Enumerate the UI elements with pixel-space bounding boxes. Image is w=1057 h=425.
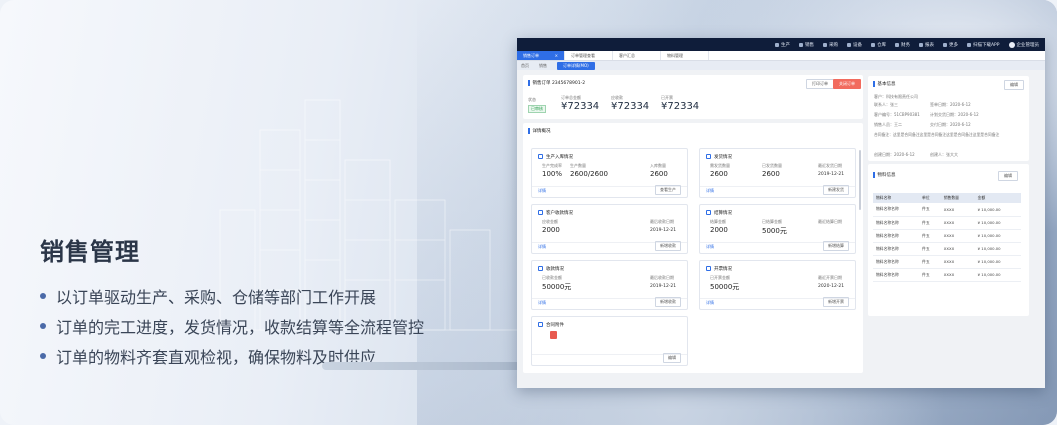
nav-icon bbox=[846, 42, 851, 47]
table-row[interactable]: 物料名称名称 件五 XXXX ¥ 10,000.00 bbox=[873, 216, 1021, 230]
settlement-icon bbox=[706, 210, 711, 215]
detail-link[interactable]: 详情 bbox=[538, 244, 546, 250]
print-order-button[interactable]: 打印订单 bbox=[806, 79, 834, 89]
avatar bbox=[1008, 41, 1015, 48]
table-row[interactable]: 物料名称名称 件五 XXXX ¥ 10,000.00 bbox=[873, 255, 1021, 269]
feature-item: 以订单驱动生产、采购、仓储等部门工作开展 bbox=[40, 281, 424, 311]
info-title: 基本信息 bbox=[873, 81, 896, 87]
detail-link[interactable]: 详情 bbox=[706, 300, 714, 306]
table-row[interactable]: 物料名称名称 件五 XXXX ¥ 10,000.00 bbox=[873, 242, 1021, 256]
tab-order-manage[interactable]: 订单管理查看 bbox=[565, 51, 613, 60]
invoice-icon bbox=[706, 266, 711, 271]
nav-item-warehouse[interactable]: 仓库 bbox=[870, 42, 886, 48]
money-icon bbox=[538, 266, 543, 271]
order-remark: 合同备注：这里是合同备注这里是合同备注这里是合同备注这里是合同备注 bbox=[874, 132, 1000, 137]
status-label: 状态 bbox=[528, 97, 536, 102]
tab-materials[interactable]: 物料管理 bbox=[661, 51, 709, 60]
factory-icon bbox=[538, 154, 543, 159]
add-invoice-button[interactable]: 新增开票 bbox=[823, 297, 849, 307]
bullet-dot-icon bbox=[40, 353, 46, 359]
breadcrumb-home[interactable]: 首页 bbox=[521, 63, 529, 69]
breadcrumb-current: 订单详情(MO) bbox=[557, 61, 595, 70]
nav-icon bbox=[918, 42, 923, 47]
pdf-file-icon[interactable] bbox=[550, 331, 557, 339]
feature-list: 以订单驱动生产、采购、仓储等部门工作开展 订单的完工进度，发货情况，收款结算等全… bbox=[40, 281, 424, 371]
bullet-dot-icon bbox=[40, 323, 46, 329]
tab-bar: 销售订单 × 订单管理查看 客户汇总 物料管理 bbox=[517, 51, 1045, 61]
nav-item-more[interactable]: 更多 bbox=[942, 42, 958, 48]
slide-heading: 销售管理 bbox=[40, 238, 140, 266]
invoice-card: 开票情况 已开票金额 最近开票日期 50000元 2020-12-21 详情 新增开票 bbox=[699, 260, 856, 310]
materials-table: 物料名称 单位 销售数量 金额 物料名称名称 件五 XXXX ¥ 10,000.00 物料名… bbox=[873, 193, 1021, 282]
nav-item-finance[interactable]: 财务 bbox=[894, 42, 910, 48]
wallet-icon bbox=[538, 210, 543, 215]
close-icon[interactable]: × bbox=[555, 53, 558, 58]
settlement-card: 结算情况 结算金额 已结算金额 最近结算日期 2000 5000元 详情 新增结算 bbox=[699, 204, 856, 254]
nav-icon bbox=[774, 42, 779, 47]
top-nav-bar: 生产 销售 采购 设备 仓库 财务 报表 更多 扫描下载APP 企业管理员 bbox=[517, 38, 1045, 51]
nav-icon bbox=[798, 42, 803, 47]
production-card: 生产入库情况 生产完成率 生产数量 入库数量 100% 2600/2600 2600 详… bbox=[531, 148, 688, 198]
scrollbar[interactable] bbox=[859, 150, 861, 210]
tab-customer-summary[interactable]: 客户汇总 bbox=[613, 51, 661, 60]
close-order-button[interactable]: 关闭订单 bbox=[833, 79, 861, 89]
qrcode-icon bbox=[966, 42, 971, 47]
order-total-amount: ¥72334 bbox=[561, 101, 600, 112]
table-row[interactable]: 物料名称名称 件五 XXXX ¥ 10,000.00 bbox=[873, 203, 1021, 217]
user-menu[interactable]: 企业管理员 bbox=[1008, 41, 1039, 48]
edit-materials-button[interactable]: 编辑 bbox=[998, 171, 1018, 181]
table-row[interactable]: 物料名称名称 件五 XXXX ¥ 10,000.00 bbox=[873, 229, 1021, 243]
add-collection-button[interactable]: 新增收款 bbox=[655, 297, 681, 307]
breadcrumb-sales[interactable]: 销售 bbox=[539, 63, 547, 69]
paperclip-icon bbox=[538, 322, 543, 327]
nav-item-sales[interactable]: 销售 bbox=[798, 42, 814, 48]
truck-icon bbox=[706, 154, 711, 159]
add-payment-button[interactable]: 新增收款 bbox=[655, 241, 681, 251]
nav-item-reports[interactable]: 报表 bbox=[918, 42, 934, 48]
customer-name: 客户：科技有限责任公司 bbox=[874, 94, 918, 99]
nav-item-production[interactable]: 生产 bbox=[774, 42, 790, 48]
materials-title: 物料信息 bbox=[873, 172, 896, 178]
view-production-button[interactable]: 查看生产 bbox=[655, 185, 681, 195]
tab-sales-order[interactable]: 销售订单 × bbox=[517, 51, 565, 60]
status-badge: 已审核 bbox=[528, 105, 546, 113]
table-row[interactable]: 物料名称名称 件五 XXXX ¥ 10,000.00 bbox=[873, 268, 1021, 282]
detail-link[interactable]: 详情 bbox=[538, 188, 546, 194]
detail-link[interactable]: 详情 bbox=[538, 300, 546, 306]
add-settlement-button[interactable]: 新增结算 bbox=[823, 241, 849, 251]
bullet-dot-icon bbox=[40, 293, 46, 299]
collection-card: 收款情况 已收款金额 最后收款日期 50000元 2019-12-21 详情 新增收款 bbox=[531, 260, 688, 310]
receivable-amount: ¥72334 bbox=[611, 101, 650, 112]
app-screenshot: 生产 销售 采购 设备 仓库 财务 报表 更多 扫描下载APP 企业管理员 销售… bbox=[517, 38, 1045, 388]
basic-info-card: 基本信息 编辑 客户：科技有限责任公司 联系人：张三 签单日期：2020-6-12… bbox=[868, 76, 1029, 161]
nav-item-equipment[interactable]: 设备 bbox=[846, 42, 862, 48]
nav-item-purchase[interactable]: 采购 bbox=[822, 42, 838, 48]
nav-icon bbox=[894, 42, 899, 47]
order-title: 销售订单 2345678901-2 bbox=[528, 80, 586, 87]
new-shipment-button[interactable]: 新建发货 bbox=[823, 185, 849, 195]
breadcrumb: 首页 销售 订单详情(MO) bbox=[517, 61, 1045, 70]
tablet-edge bbox=[322, 362, 522, 370]
slide-background: 销售管理 以订单驱动生产、采购、仓储等部门工作开展 订单的完工进度，发货情况，收… bbox=[0, 0, 1057, 425]
nav-icon bbox=[942, 42, 947, 47]
customer-payment-card: 客户收款情况 应收金额 最后收款日期 2000 2019-12-21 详情 新增收款 bbox=[531, 204, 688, 254]
feature-item: 订单的完工进度，发货情况，收款结算等全流程管控 bbox=[40, 311, 424, 341]
edit-info-button[interactable]: 编辑 bbox=[1004, 80, 1024, 90]
edit-attachment-button[interactable]: 编辑 bbox=[663, 353, 681, 363]
contract-attachment-card: 合同附件 编辑 bbox=[531, 316, 688, 366]
order-summary-card: 销售订单 2345678901-2 打印订单 关闭订单 状态 已审核 订单总金额 ¥… bbox=[523, 75, 863, 119]
nav-icon bbox=[870, 42, 875, 47]
invoiced-amount: ¥72334 bbox=[661, 101, 700, 112]
shipping-card: 发货情况 需发货数量 已发货数量 最近发货日期 2600 2600 2019-12-21… bbox=[699, 148, 856, 198]
section-title: 详情概况 bbox=[528, 128, 551, 134]
app-download-link[interactable]: 扫描下载APP bbox=[966, 42, 1000, 48]
detail-link[interactable]: 详情 bbox=[706, 188, 714, 194]
detail-link[interactable]: 详情 bbox=[706, 244, 714, 250]
nav-icon bbox=[822, 42, 827, 47]
